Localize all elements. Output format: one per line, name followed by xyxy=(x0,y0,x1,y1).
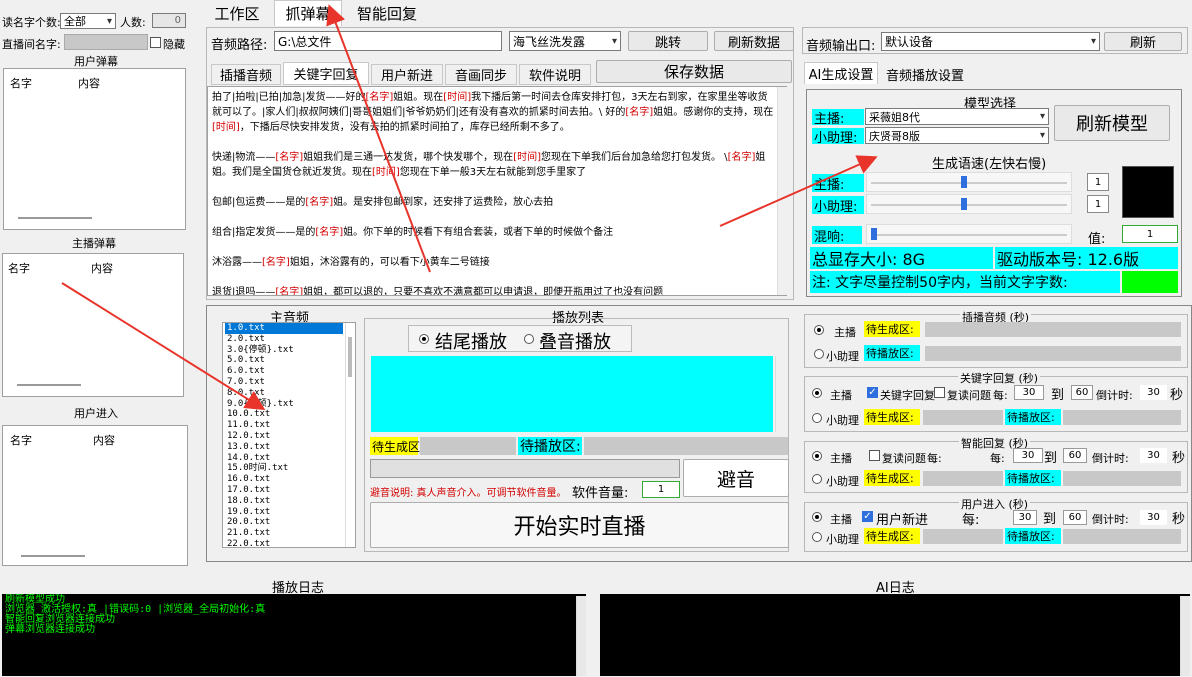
arrow-to-model xyxy=(719,155,878,227)
annotation-arrows xyxy=(61,4,878,411)
arrow-to-tab xyxy=(326,4,431,273)
arrow-to-audio-list xyxy=(61,282,266,411)
